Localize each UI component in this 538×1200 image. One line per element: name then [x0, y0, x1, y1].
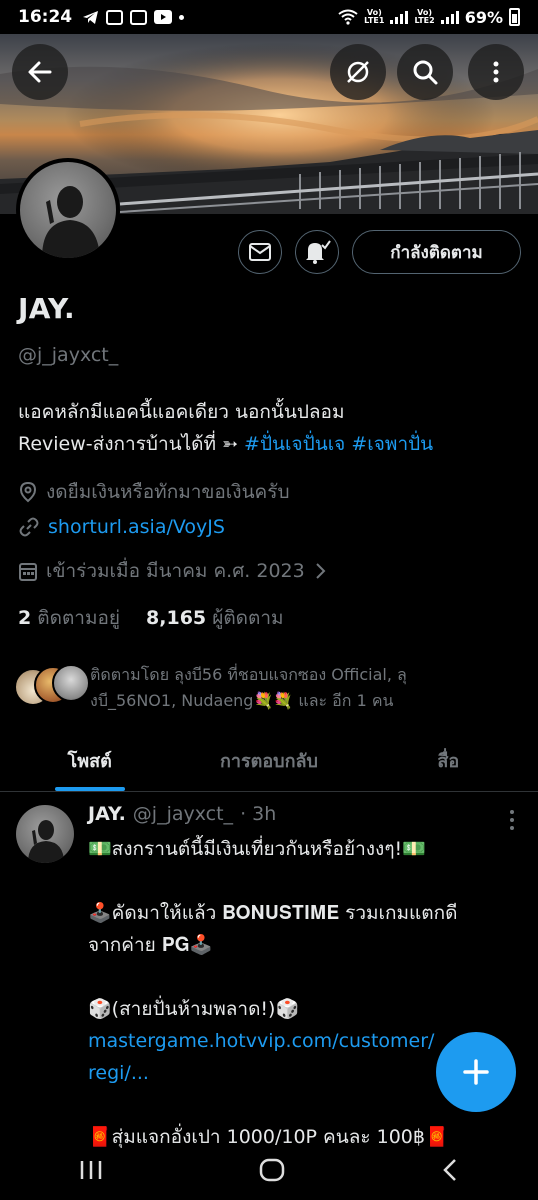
mail-icon [249, 243, 271, 261]
post-item[interactable]: JAY. @j_jayxct_ · 3h 💵สงกรานต์นี้มีเงินเ… [0, 793, 538, 1200]
more-vertical-icon [493, 61, 499, 83]
post-avatar-image [28, 820, 64, 863]
signal2-icon [440, 10, 459, 24]
following-button[interactable]: กำลังติดตาม [352, 230, 521, 274]
post-author-name[interactable]: JAY. [88, 803, 126, 825]
avatar-image [42, 186, 100, 258]
search-icon [413, 60, 438, 85]
post-author-handle[interactable]: @j_jayxct_ [133, 803, 233, 825]
more-options-button[interactable] [468, 44, 524, 100]
following-stat[interactable]: 2 ติดตามอยู่ [18, 603, 120, 633]
youtube-icon [154, 10, 173, 24]
profile-bio: แอคหลักมีแอคนี้แอคเดียว นอกนั้นปลอม Revi… [18, 396, 433, 460]
profile-tabs: โพสต์ การตอบกลับ สื่อ [0, 730, 538, 792]
notification-icons [82, 9, 185, 25]
profile-avatar[interactable] [16, 158, 120, 262]
active-tab-indicator [54, 787, 125, 791]
bio-line-2-text: Review-ส่งการบ้านได้ที่ ➳ [18, 433, 245, 455]
joined-text: เข้าร่วมเมื่อ มีนาคม ค.ศ. 2023 [46, 560, 305, 582]
compose-button[interactable] [436, 1032, 516, 1112]
following-label: ติดตามอยู่ [37, 607, 121, 629]
profile-joined[interactable]: เข้าร่วมเมื่อ มีนาคม ค.ศ. 2023 [18, 556, 327, 586]
tab-posts[interactable]: โพสต์ [0, 730, 179, 791]
recent-apps-icon[interactable] [78, 1159, 104, 1181]
no-translate-icon [347, 61, 369, 83]
post-time: · 3h [240, 803, 277, 825]
post-line-4: 🎲(สายปั่นห้ามพลาด!)🎲 [88, 998, 300, 1020]
post-line-2: 🕹️คัดมาให้แล้ว 𝐁𝐎𝐍𝐔𝐒𝐓𝐈𝐌𝐄 รวมเกมแตกดี [88, 902, 458, 924]
image-icon [130, 9, 148, 25]
bio-line-2: Review-ส่งการบ้านได้ที่ ➳ #ปั่นเจปั่นเจ … [18, 428, 433, 460]
followed-by-avatars [14, 662, 90, 706]
bio-line-1: แอคหลักมีแอคนี้แอคเดียว นอกนั้นปลอม [18, 401, 345, 423]
profile-website[interactable]: shorturl.asia/VoyJS [18, 516, 225, 538]
post-more-button[interactable] [508, 809, 516, 835]
more-vertical-icon [510, 810, 514, 830]
followers-count: 8,165 [146, 607, 207, 629]
bell-check-icon [306, 240, 331, 264]
back-button[interactable] [12, 44, 68, 100]
notifications-button[interactable] [295, 230, 339, 274]
back-arrow-icon [28, 61, 52, 83]
follow-stats: 2 ติดตามอยู่ 8,165 ผู้ติดตาม [18, 603, 284, 633]
search-button[interactable] [397, 44, 453, 100]
tab-posts-label: โพสต์ [67, 751, 112, 772]
post-avatar[interactable] [16, 805, 74, 863]
followed-by-text: ติดตามโดย ลุงบี56 ที่ชอบแจกซอง Official,… [90, 662, 407, 714]
website-link[interactable]: shorturl.asia/VoyJS [48, 516, 225, 538]
tab-replies[interactable]: การตอบกลับ [179, 730, 358, 791]
status-bar: 16:24 Vo) LTE1 Vo) LTE2 69% [0, 0, 538, 34]
lte1-label: Vo) LTE1 [364, 8, 385, 25]
tab-media[interactable]: สื่อ [359, 730, 538, 791]
more-notifications-dot [179, 14, 185, 20]
home-icon[interactable] [259, 1158, 285, 1182]
calendar-icon [19, 563, 37, 581]
telegram-icon [83, 10, 99, 24]
link-icon [19, 517, 39, 537]
wifi-icon [338, 9, 358, 25]
location-text: งดยืมเงินหรือทักมาขอเงินครับ [46, 481, 290, 503]
signal1-icon [390, 10, 409, 24]
lte2-label: Vo) LTE2 [414, 8, 435, 25]
followers-stat[interactable]: 8,165 ผู้ติดตาม [146, 603, 284, 633]
profile-location: งดยืมเงินหรือทักมาขอเงินครับ [18, 477, 290, 507]
post-line-1: 💵สงกรานต์นี้มีเงินเที่ยวกันหรือย้างงๆ!💵 [88, 838, 426, 860]
profile-name: JAY. [18, 292, 75, 325]
tab-replies-label: การตอบกลับ [220, 751, 318, 772]
message-button[interactable] [238, 230, 282, 274]
following-count: 2 [18, 607, 32, 629]
translate-toggle-button[interactable] [330, 44, 386, 100]
mutual-avatar-3 [52, 664, 90, 702]
system-nav-bar [0, 1140, 538, 1200]
gallery-icon [106, 9, 124, 25]
tab-media-label: สื่อ [437, 751, 460, 772]
battery-percent: 69% [464, 7, 503, 27]
followed-by-line-2: งบี_56NO1, Nudaeng💐💐 และ อีก 1 คน [90, 691, 394, 710]
status-time: 16:24 [18, 7, 73, 27]
followed-by[interactable]: ติดตามโดย ลุงบี56 ที่ชอบแจกซอง Official,… [14, 662, 524, 714]
back-nav-icon[interactable] [440, 1158, 460, 1182]
system-icons: Vo) LTE1 Vo) LTE2 69% [338, 8, 520, 27]
post-line-3: จากค่าย 𝐏𝐆🕹️ [88, 934, 213, 956]
battery-icon [509, 8, 520, 26]
bio-hashtag-2[interactable]: #เจพาปั่น [351, 433, 433, 455]
profile-handle: @j_jayxct_ [18, 344, 119, 366]
plus-icon [463, 1059, 489, 1085]
followers-label: ผู้ติดตาม [212, 607, 284, 629]
followed-by-line-1: ติดตามโดย ลุงบี56 ที่ชอบแจกซอง Official,… [90, 665, 407, 684]
chevron-right-icon [316, 563, 326, 579]
bio-hashtag-1[interactable]: #ปั่นเจปั่นเจ [244, 433, 345, 455]
location-pin-icon [19, 481, 37, 503]
post-header: JAY. @j_jayxct_ · 3h [88, 803, 276, 825]
